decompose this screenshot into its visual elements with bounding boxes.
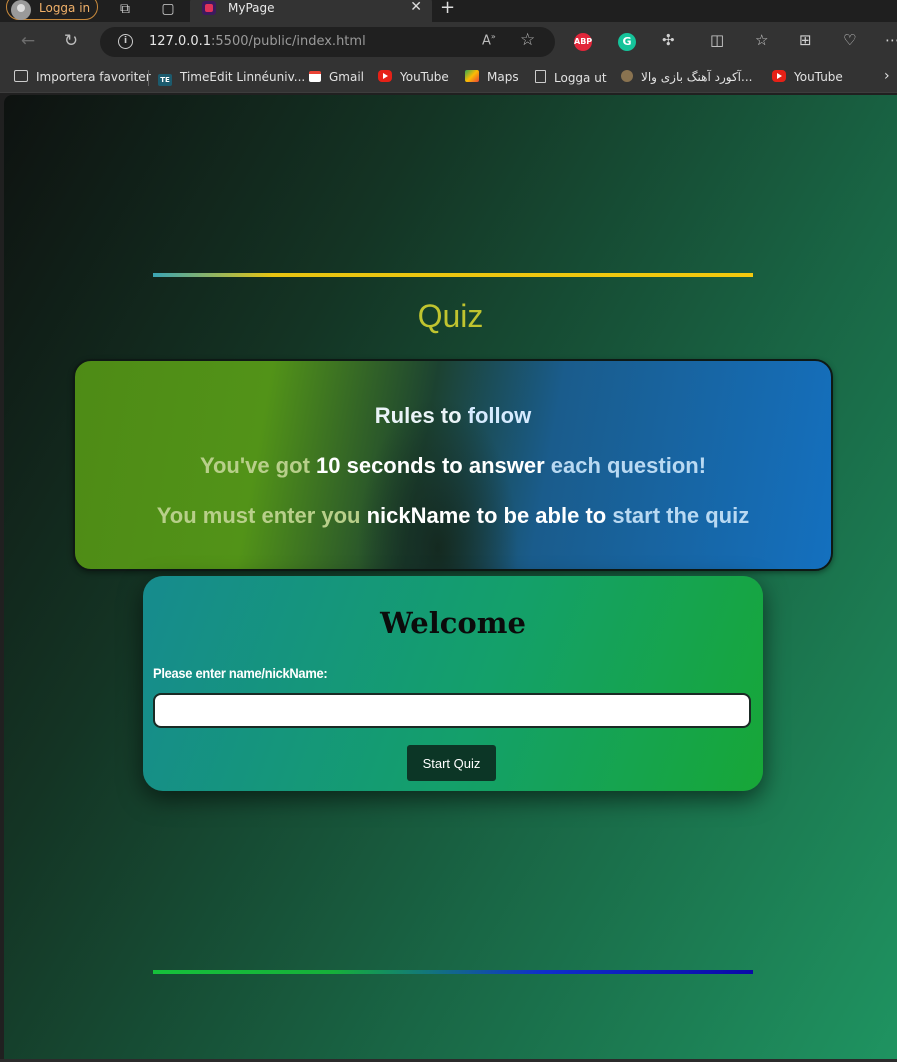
page-title: Quiz [417,298,484,334]
avatar-icon [11,0,31,20]
bookmark-persian-chords[interactable]: آکورد آهنگ بازی والا... [621,70,752,84]
extensions-puzzle-icon[interactable]: ✣ [662,31,675,49]
bookmark-youtube-2[interactable]: YouTube [772,70,843,84]
favorite-star-icon[interactable]: ☆ [520,30,535,50]
rule-nickname-required: You must enter you nickName to be able t… [156,503,750,528]
bookmark-logga-ut[interactable]: Logga ut [535,70,607,85]
tab-actions-icon[interactable]: ▢ [160,1,176,17]
bookmark-youtube-1[interactable]: YouTube [378,70,449,84]
rules-heading: Rules to follow [374,403,532,428]
address-text[interactable]: 127.0.0.1:5500/public/index.html [149,34,366,49]
workspaces-icon[interactable]: ⧉ [117,1,133,17]
tab-title: MyPage [228,1,275,15]
address-bar[interactable]: i 127.0.0.1:5500/public/index.html A» ☆ [100,27,555,57]
import-icon [14,70,28,82]
rule-time-limit: You've got 10 seconds to answer each que… [199,453,707,478]
youtube-icon [772,70,786,82]
gmail-icon [309,71,321,82]
bookmark-timeedit[interactable]: TE TimeEdit Linnéuniv... [158,70,305,86]
collections-icon[interactable]: ⊞ [799,31,812,49]
bookmark-separator [148,70,149,86]
bottom-divider-line [153,970,753,974]
bookmark-gmail[interactable]: Gmail [309,70,364,84]
nickname-label: Please enter name/nickName: [153,665,328,681]
close-tab-icon[interactable]: ✕ [410,0,422,15]
page-icon [535,70,546,83]
tab-strip: Logga in ⧉ ▢ MyPage ✕ + [0,0,897,22]
maps-icon [465,70,479,82]
bookmarks-bar: Importera favoriter TE TimeEdit Linnéuniv… [0,62,897,93]
page-viewport: Quiz Rules to follow You've got 10 secon… [4,95,897,1062]
new-tab-icon[interactable]: + [440,0,455,18]
read-aloud-icon[interactable]: A» [482,32,496,48]
split-screen-icon[interactable]: ◫ [710,31,724,49]
refresh-icon[interactable]: ↻ [60,30,82,52]
rules-panel: Rules to follow You've got 10 seconds to… [73,359,833,571]
grammarly-icon[interactable]: G [618,33,636,51]
welcome-card: Welcome Please enter name/nickName: Star… [143,576,763,791]
start-quiz-button[interactable]: Start Quiz [407,745,496,781]
profile-button[interactable]: Logga in [6,0,98,20]
guitar-icon [621,70,633,82]
profile-label: Logga in [39,1,91,15]
nickname-input[interactable] [153,693,751,728]
navigation-bar: ← ↻ i 127.0.0.1:5500/public/index.html A… [0,22,897,62]
bookmark-import-favorites[interactable]: Importera favoriter [14,70,151,84]
adblock-plus-icon[interactable]: ABP [574,33,592,51]
bookmarks-overflow-chevron-icon[interactable]: › [884,68,890,84]
more-options-icon[interactable]: ⋯ [885,31,897,49]
top-divider-line [153,273,753,277]
timeedit-icon: TE [158,74,172,86]
browser-essentials-icon[interactable]: ♡ [843,31,856,49]
site-favicon-icon [202,1,216,15]
tab-mypage[interactable]: MyPage ✕ [190,0,432,22]
bookmark-maps[interactable]: Maps [465,70,519,84]
youtube-icon [378,70,392,82]
favorites-icon[interactable]: ☆ [755,31,768,49]
welcome-heading: Welcome [380,606,526,640]
site-info-icon[interactable]: i [118,34,133,49]
back-arrow-icon[interactable]: ← [17,30,39,52]
